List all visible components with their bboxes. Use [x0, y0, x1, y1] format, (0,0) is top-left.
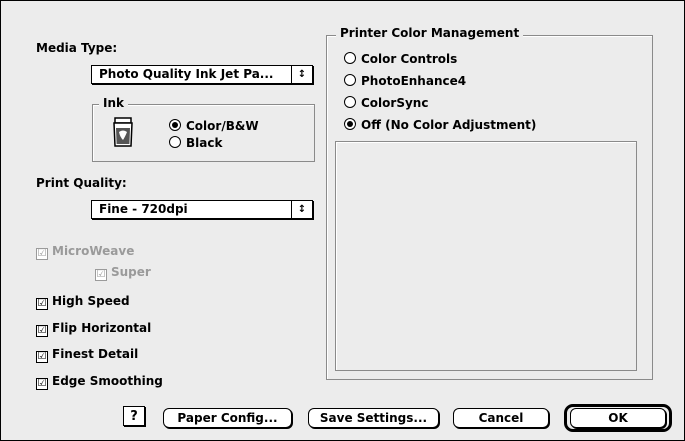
radio-selected-icon	[344, 118, 356, 130]
print-quality-label: Print Quality:	[36, 176, 127, 190]
microweave-label: MicroWeave	[52, 244, 135, 258]
super-checkbox: ☑ Super	[95, 265, 151, 281]
radio-unselected-icon	[344, 74, 356, 86]
photoenhance4-radio[interactable]: PhotoEnhance4	[344, 74, 466, 90]
off-no-color-adjustment-radio[interactable]: Off (No Color Adjustment)	[344, 118, 536, 134]
ok-button[interactable]: OK	[570, 408, 666, 428]
media-type-value: Photo Quality Ink Jet Pa...	[99, 67, 274, 81]
print-quality-value: Fine - 720dpi	[99, 202, 188, 216]
checkbox-checked-icon: ☑	[36, 298, 48, 310]
high-speed-checkbox[interactable]: ☑ High Speed	[36, 294, 130, 310]
radio-unselected-icon	[169, 136, 181, 148]
checkbox-checked-icon: ☑	[36, 378, 48, 390]
paper-config-button[interactable]: Paper Config...	[163, 408, 292, 428]
popup-arrows-icon: ↕	[291, 66, 312, 83]
high-speed-label: High Speed	[52, 294, 130, 308]
radio-unselected-icon	[344, 96, 356, 108]
flip-horizontal-label: Flip Horizontal	[52, 321, 152, 335]
ink-black-radio[interactable]: Black	[169, 136, 222, 152]
save-settings-button[interactable]: Save Settings...	[308, 408, 439, 428]
checkbox-checked-icon: ☑	[36, 351, 48, 363]
photoenhance4-label: PhotoEnhance4	[361, 74, 467, 88]
media-type-popup[interactable]: Photo Quality Ink Jet Pa... ↕	[91, 65, 313, 84]
color-controls-radio[interactable]: Color Controls	[344, 52, 457, 68]
help-button[interactable]: ?	[123, 406, 145, 426]
off-no-color-adjustment-label: Off (No Color Adjustment)	[361, 118, 537, 132]
ink-color-bw-radio[interactable]: Color/B&W	[169, 119, 259, 135]
color-controls-label: Color Controls	[361, 52, 458, 66]
radio-unselected-icon	[344, 52, 356, 64]
flip-horizontal-checkbox[interactable]: ☑ Flip Horizontal	[36, 321, 151, 337]
checkbox-checked-icon: ☑	[36, 325, 48, 337]
finest-detail-label: Finest Detail	[52, 347, 139, 361]
microweave-checkbox: ☑ MicroWeave	[36, 244, 134, 260]
checkbox-checked-icon: ☑	[95, 269, 107, 281]
radio-selected-icon	[169, 119, 181, 131]
print-quality-popup[interactable]: Fine - 720dpi ↕	[91, 200, 313, 219]
color-settings-panel	[335, 141, 637, 371]
super-label: Super	[111, 265, 151, 279]
color-management-title: Printer Color Management	[336, 26, 524, 40]
ink-black-label: Black	[186, 136, 223, 150]
ink-group-title: Ink	[99, 96, 128, 110]
colorsync-radio[interactable]: ColorSync	[344, 96, 428, 112]
finest-detail-checkbox[interactable]: ☑ Finest Detail	[36, 347, 138, 363]
edge-smoothing-label: Edge Smoothing	[52, 374, 163, 388]
colorsync-label: ColorSync	[361, 96, 429, 110]
media-type-label: Media Type:	[36, 41, 118, 55]
edge-smoothing-checkbox[interactable]: ☑ Edge Smoothing	[36, 374, 163, 390]
ink-cartridge-icon	[112, 116, 134, 148]
checkbox-checked-icon: ☑	[36, 248, 48, 260]
print-options-dialog: Media Type: Photo Quality Ink Jet Pa... …	[0, 0, 685, 441]
cancel-button[interactable]: Cancel	[453, 408, 549, 428]
popup-arrows-icon: ↕	[291, 201, 312, 218]
ink-color-bw-label: Color/B&W	[186, 119, 259, 133]
